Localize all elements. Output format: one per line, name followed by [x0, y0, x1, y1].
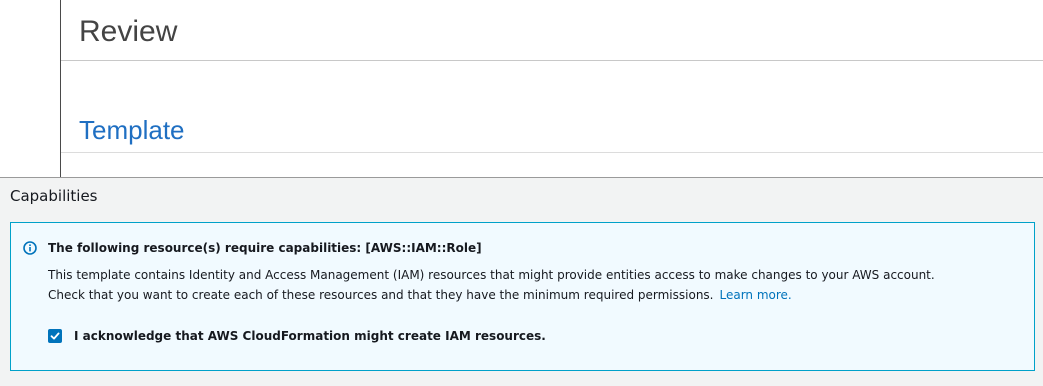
- review-title: Review: [79, 15, 178, 48]
- alert-title: The following resource(s) require capabi…: [48, 241, 482, 255]
- acknowledge-label[interactable]: I acknowledge that AWS CloudFormation mi…: [74, 327, 546, 345]
- learn-more-link[interactable]: Learn more.: [719, 288, 791, 302]
- template-section-title[interactable]: Template: [79, 114, 185, 146]
- template-divider: [61, 152, 1043, 153]
- review-panel: Review Template: [60, 0, 1043, 178]
- alert-body-line-1: This template contains Identity and Acce…: [48, 268, 935, 282]
- capabilities-heading: Capabilities: [10, 187, 98, 205]
- review-divider: [61, 60, 1043, 61]
- acknowledge-row[interactable]: I acknowledge that AWS CloudFormation mi…: [48, 327, 546, 345]
- alert-body: This template contains Identity and Acce…: [48, 265, 935, 305]
- checkmark-icon: [50, 332, 60, 340]
- capabilities-panel: Capabilities The following resource(s) r…: [0, 177, 1043, 386]
- info-icon: [23, 241, 37, 255]
- acknowledge-checkbox[interactable]: [48, 329, 62, 343]
- capabilities-info-alert: The following resource(s) require capabi…: [10, 222, 1035, 371]
- alert-body-line-2: Check that you want to create each of th…: [48, 288, 714, 302]
